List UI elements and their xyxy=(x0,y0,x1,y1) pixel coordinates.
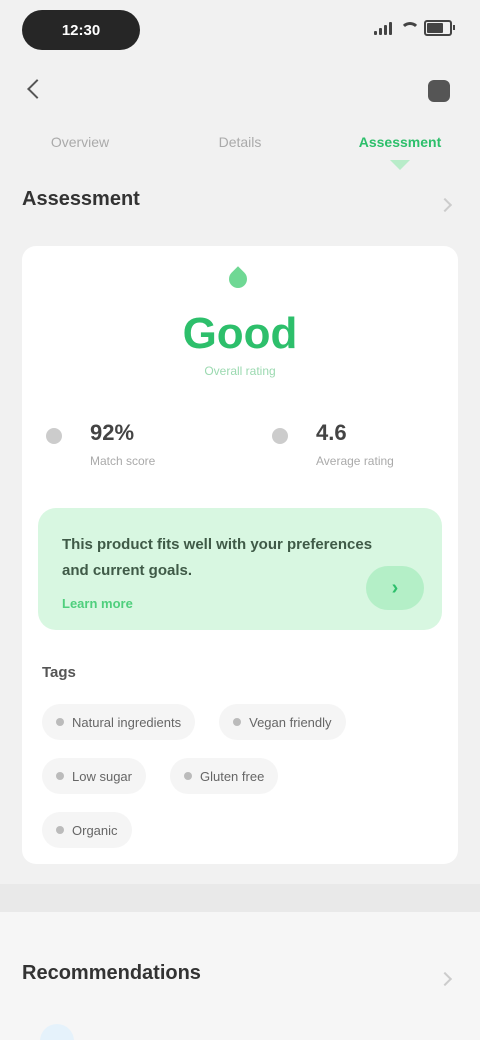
leaf-drop-icon xyxy=(224,266,254,296)
tag-chip[interactable]: Low sugar xyxy=(42,758,146,794)
battery-fill xyxy=(427,23,443,33)
stat-label: Match score xyxy=(90,454,156,468)
stat-value: 4.6 xyxy=(316,420,347,445)
tag-chip[interactable]: Vegan friendly xyxy=(219,704,346,740)
tag-dot-icon xyxy=(233,718,242,726)
tag-row: Low sugar Gluten free xyxy=(42,758,279,794)
tab-assessment[interactable]: Assessment xyxy=(320,118,480,172)
star-icon xyxy=(272,428,288,444)
tip-banner[interactable]: This product fits well with your prefere… xyxy=(38,508,442,630)
top-app-bar xyxy=(0,70,480,114)
share-icon[interactable] xyxy=(428,80,450,102)
status-time: 12:30 xyxy=(61,21,101,39)
section-divider xyxy=(0,884,480,912)
recommendation-icon xyxy=(40,1024,74,1040)
tag-row: Natural ingredients Vegan friendly xyxy=(42,704,346,740)
recommendations-section-title: Recommendations xyxy=(22,962,201,984)
check-icon xyxy=(46,428,62,444)
stat-match: 92% Match score xyxy=(46,418,236,478)
score-value: Good xyxy=(182,309,298,358)
recommendations-section: Recommendations xyxy=(0,912,480,1040)
tag-dot-icon xyxy=(183,772,192,780)
battery-icon xyxy=(424,20,455,36)
tag-label: Vegan friendly xyxy=(249,714,332,730)
signal-icon xyxy=(374,21,392,35)
chevron-right-icon[interactable] xyxy=(437,197,453,213)
back-arrow-icon[interactable] xyxy=(27,79,47,99)
wifi-icon xyxy=(400,22,420,34)
learn-more-link[interactable]: Learn more xyxy=(62,596,133,611)
status-time-pill: 12:30 xyxy=(22,10,140,50)
stat-label: Average rating xyxy=(316,454,394,468)
stat-rating: 4.6 Average rating xyxy=(272,418,462,478)
tag-row: Organic xyxy=(42,812,132,848)
chevron-right-icon[interactable] xyxy=(437,971,453,987)
tag-dot-icon xyxy=(56,826,64,834)
tip-text: This product fits well with your prefere… xyxy=(62,536,373,579)
tab-details[interactable]: Details xyxy=(160,118,320,172)
screen: 12:30 Overview Details Assessment Assess… xyxy=(0,0,480,1040)
assessment-section-title: Assessment xyxy=(22,188,140,210)
tag-label: Low sugar xyxy=(72,768,132,784)
tag-label: Gluten free xyxy=(199,768,265,784)
tag-label: Organic xyxy=(72,822,118,838)
tag-chip[interactable]: Gluten free xyxy=(169,758,279,794)
tag-chip[interactable]: Natural ingredients xyxy=(42,704,196,740)
score-label: Overall rating xyxy=(204,364,276,378)
tab-overview[interactable]: Overview xyxy=(0,118,160,172)
status-icons xyxy=(374,20,455,36)
tip-arrow-button[interactable]: › xyxy=(366,566,424,610)
assessment-card: Good Overall rating 92% Match score 4.6 … xyxy=(22,246,458,864)
tab-bar: Overview Details Assessment xyxy=(0,118,480,172)
tag-chip[interactable]: Organic xyxy=(42,812,132,848)
tags-title: Tags xyxy=(42,664,76,681)
tag-dot-icon xyxy=(56,772,64,780)
tag-dot-icon xyxy=(56,718,64,726)
stat-value: 92% xyxy=(90,420,135,445)
tag-label: Natural ingredients xyxy=(72,714,182,730)
status-bar: 12:30 xyxy=(0,0,480,64)
